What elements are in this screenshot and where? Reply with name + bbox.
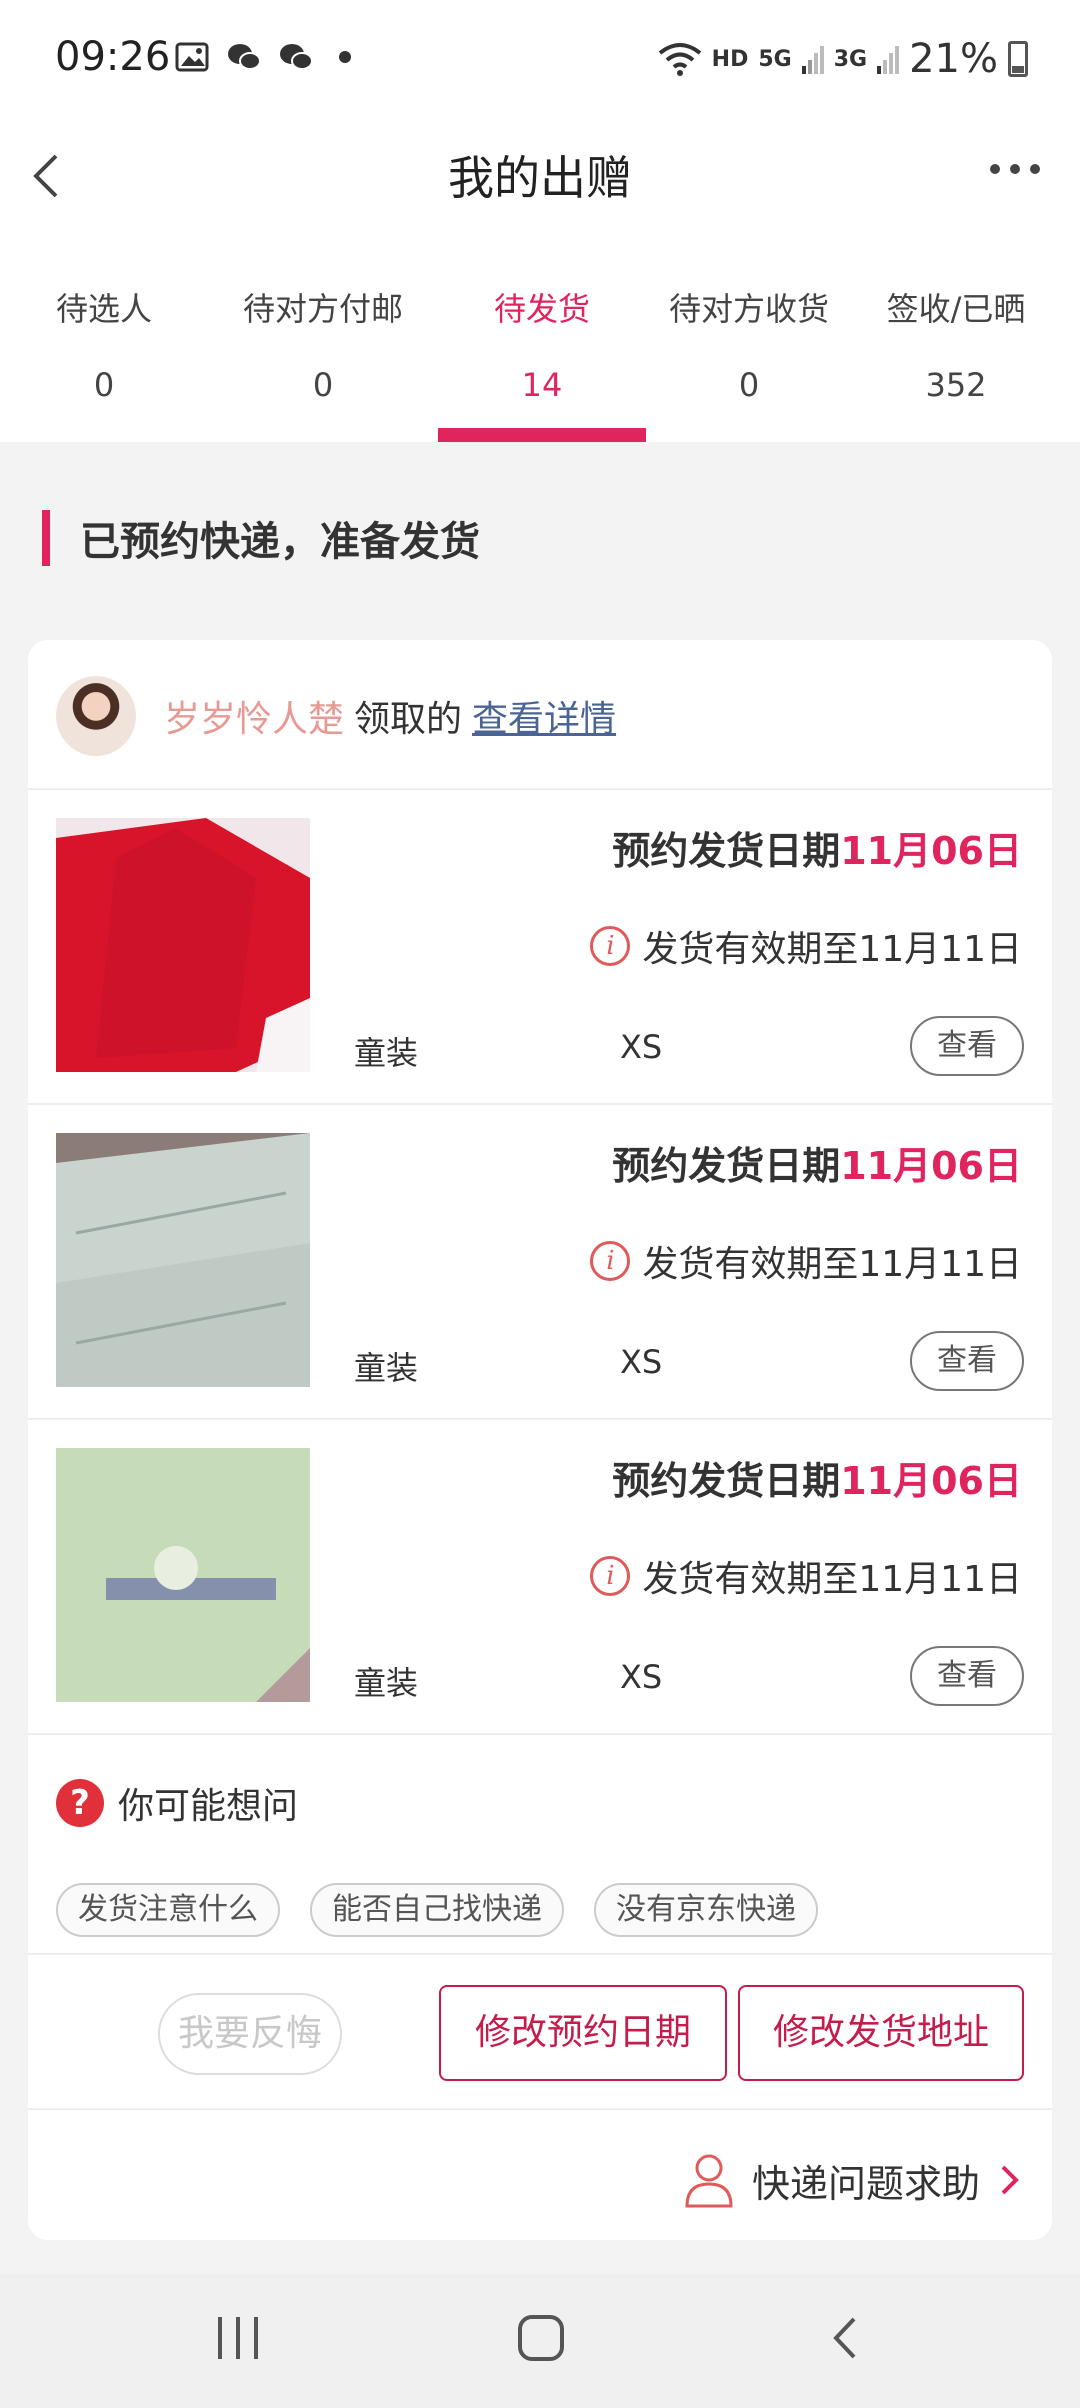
date-label: 预约发货日期 — [612, 1144, 841, 1188]
tab-pending-shipment[interactable]: 待发货 14 — [438, 262, 646, 442]
change-address-button[interactable]: 修改发货地址 — [738, 1985, 1024, 2081]
tab-count: 352 — [925, 366, 987, 404]
network-5g-label: 5G — [758, 46, 792, 72]
back-icon[interactable] — [826, 2313, 866, 2363]
view-item-button[interactable]: 查看 — [910, 1331, 1024, 1391]
product-image[interactable] — [56, 818, 310, 1072]
help-label: 快递问题求助 — [751, 2161, 980, 2206]
faq-section: ? 你可能想问 发货注意什么 能否自己找快递 没有京东快递 — [28, 1735, 1052, 1955]
tab-pending-receipt[interactable]: 待对方收货 0 — [646, 262, 852, 442]
product-image[interactable] — [56, 1133, 310, 1387]
item-size: XS — [620, 1028, 663, 1066]
info-icon: i — [590, 1556, 631, 1596]
receiver-row: 岁岁怜人楚 领取的 查看详情 — [28, 640, 1052, 790]
date-label: 预约发货日期 — [612, 829, 841, 873]
info-icon: i — [590, 926, 631, 966]
tab-label: 待对方付邮 — [242, 290, 403, 328]
view-item-button[interactable]: 查看 — [910, 1646, 1024, 1706]
date-value: 11月06日 — [840, 1144, 1022, 1188]
gallery-icon — [175, 42, 209, 72]
date-value: 11月06日 — [840, 829, 1022, 873]
shipping-validity: i 发货有效期至11月11日 — [590, 1550, 1022, 1602]
tab-pending-select[interactable]: 待选人 0 — [0, 262, 208, 442]
list-item: 预约发货日期11月06日 i 发货有效期至11月11日 童装 XS 查看 — [28, 1420, 1052, 1735]
top-navigation-bar: 我的出赠 — [0, 122, 1080, 262]
product-image[interactable] — [56, 1448, 310, 1702]
info-icon: i — [590, 1241, 631, 1281]
network-3g-label: 3G — [833, 46, 868, 72]
page-title: 我的出赠 — [448, 151, 632, 205]
person-icon — [685, 2154, 733, 2208]
faq-chip[interactable]: 能否自己找快递 — [310, 1883, 564, 1937]
status-bar: 09:26 HD 5G 3G 21% — [0, 0, 1080, 122]
list-item: 预约发货日期11月06日 i 发货有效期至11月11日 童装 XS 查看 — [28, 790, 1052, 1105]
scheduled-ship-date: 预约发货日期11月06日 — [612, 820, 1022, 875]
tab-label: 待对方收货 — [668, 290, 829, 328]
view-item-button[interactable]: 查看 — [910, 1016, 1024, 1076]
order-card: 岁岁怜人楚 领取的 查看详情 预约发货日期11月06日 i 发货有效期至11月11… — [28, 640, 1052, 2240]
validity-text: 发货有效期至11月11日 — [642, 929, 1022, 970]
tab-label: 待发货 — [493, 290, 590, 328]
validity-text: 发货有效期至11月11日 — [642, 1559, 1022, 1600]
signal-icon — [801, 46, 824, 74]
wechat-icon — [228, 44, 261, 70]
tab-signed-shared[interactable]: 签收/已晒 352 — [852, 262, 1060, 442]
more-notifications-dot — [339, 51, 351, 63]
status-time: 09:26 — [55, 34, 171, 80]
system-navigation-bar — [0, 2273, 1080, 2408]
shipping-validity: i 发货有效期至11月11日 — [590, 1235, 1022, 1287]
status-indicators: HD 5G 3G 21% — [658, 36, 1028, 82]
tab-count: 0 — [93, 366, 115, 404]
scheduled-ship-date: 预约发货日期11月06日 — [612, 1135, 1022, 1190]
scheduled-ship-date: 预约发货日期11月06日 — [612, 1450, 1022, 1505]
faq-chip[interactable]: 发货注意什么 — [56, 1883, 280, 1937]
network-hd-label: HD — [711, 46, 749, 72]
item-size: XS — [620, 1658, 663, 1696]
list-item: 预约发货日期11月06日 i 发货有效期至11月11日 童装 XS 查看 — [28, 1105, 1052, 1420]
wechat-icon — [280, 44, 313, 70]
item-category: 童装 — [354, 1664, 419, 1702]
section-heading: 已预约快递，准备发货 — [42, 508, 480, 568]
tab-label: 待选人 — [55, 290, 152, 328]
signal-icon — [877, 46, 900, 74]
battery-percent: 21% — [909, 36, 998, 82]
item-size: XS — [620, 1343, 663, 1381]
section-title: 已预约快递，准备发货 — [80, 519, 480, 565]
status-tabs: 待选人 0 待对方付邮 0 待发货 14 待对方收货 0 签收/已晒 352 — [0, 262, 1080, 442]
recent-apps-icon[interactable] — [218, 2317, 258, 2359]
faq-chip[interactable]: 没有京东快递 — [594, 1883, 818, 1937]
regret-button[interactable]: 我要反悔 — [158, 1993, 342, 2075]
courier-help-row[interactable]: 快递问题求助 — [28, 2110, 1052, 2240]
action-buttons: 我要反悔 修改预约日期 修改发货地址 — [28, 1955, 1052, 2110]
view-details-link[interactable]: 查看详情 — [472, 690, 616, 742]
home-icon[interactable] — [518, 2315, 564, 2361]
tab-count: 0 — [738, 366, 760, 404]
active-tab-indicator — [438, 428, 646, 442]
tab-count: 14 — [521, 366, 563, 404]
change-date-button[interactable]: 修改预约日期 — [439, 1985, 727, 2081]
shipping-validity: i 发货有效期至11月11日 — [590, 920, 1022, 972]
validity-text: 发货有效期至11月11日 — [642, 1244, 1022, 1285]
question-icon: ? — [56, 1779, 104, 1827]
chevron-right-icon — [1001, 2165, 1019, 2195]
section-accent-bar — [42, 510, 50, 566]
date-label: 预约发货日期 — [612, 1459, 841, 1503]
tab-label: 签收/已晒 — [886, 290, 1026, 328]
item-category: 童装 — [354, 1034, 419, 1072]
wifi-icon — [658, 43, 701, 76]
receiver-name[interactable]: 岁岁怜人楚 — [164, 690, 344, 742]
item-category: 童装 — [354, 1349, 419, 1387]
more-options-icon[interactable] — [990, 164, 1040, 174]
tab-pending-postage[interactable]: 待对方付邮 0 — [208, 262, 438, 442]
faq-title: 你可能想问 — [118, 1786, 299, 1827]
date-value: 11月06日 — [840, 1459, 1022, 1503]
notification-icons — [175, 42, 351, 72]
battery-icon — [1008, 41, 1028, 77]
tab-count: 0 — [312, 366, 334, 404]
receiver-action: 领取的 — [354, 699, 463, 740]
avatar[interactable] — [56, 676, 136, 756]
